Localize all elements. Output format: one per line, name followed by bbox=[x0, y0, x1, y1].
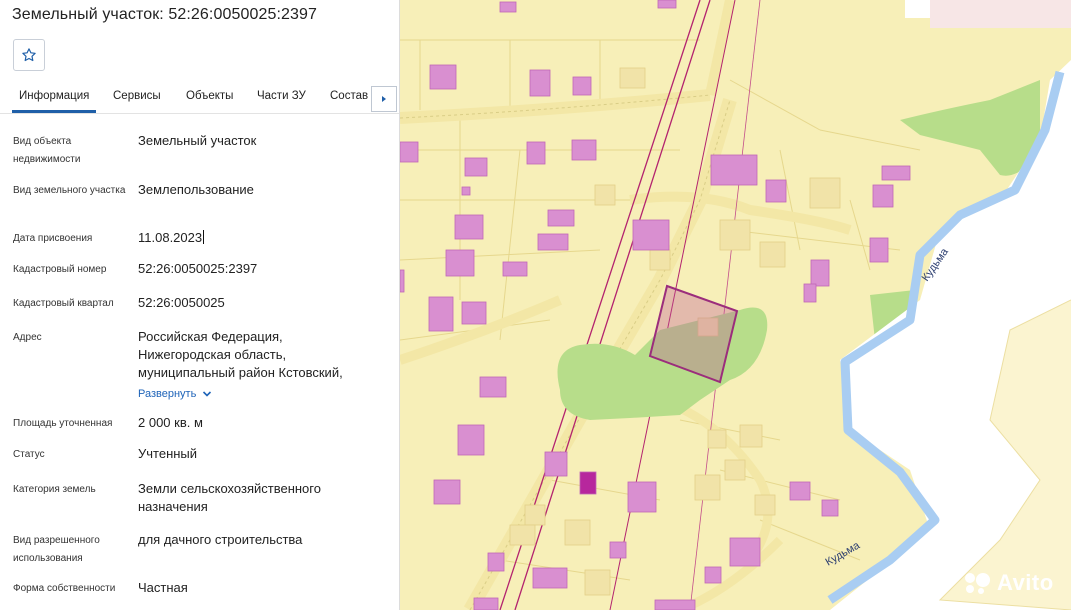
tab-services[interactable]: Сервисы bbox=[113, 90, 161, 102]
label-object-type: Вид объекта недвижимости bbox=[13, 136, 81, 165]
avito-watermark-text: Avito bbox=[997, 570, 1054, 595]
info-panel: Земельный участок: 52:26:0050025:2397 Ин… bbox=[0, 0, 400, 610]
map-pink-zone bbox=[930, 0, 1071, 28]
tab-bar: Информация Сервисы Объекты Части ЗУ Сост… bbox=[0, 82, 399, 114]
value-assignment-date: 11.08.2023 bbox=[138, 230, 205, 245]
chevron-down-icon bbox=[203, 391, 212, 397]
value-cadastral-number: 52:26:0050025:2397 bbox=[138, 261, 258, 276]
label-status: Статус bbox=[13, 449, 45, 460]
label-cadastral-quarter: Кадастровый квартал bbox=[13, 298, 114, 309]
favorite-button[interactable] bbox=[13, 39, 45, 71]
cadastral-map[interactable]: Кудьма Кудьма bbox=[400, 0, 1071, 610]
active-tab-indicator bbox=[12, 110, 96, 113]
value-address: Российская Федерация, Нижегородская обла… bbox=[138, 329, 343, 380]
value-ownership: Частная bbox=[138, 580, 188, 595]
value-area: 2 000 кв. м bbox=[138, 415, 203, 430]
page-title: Земельный участок: 52:26:0050025:2397 bbox=[12, 6, 318, 23]
label-cadastral-number: Кадастровый номер bbox=[13, 264, 107, 275]
avito-watermark: Avito bbox=[962, 570, 1054, 596]
tab-composition[interactable]: Состав bbox=[330, 90, 368, 102]
value-status: Учтенный bbox=[138, 446, 198, 461]
chevron-right-icon bbox=[382, 96, 386, 102]
value-land-category: Земли сельскохозяйственного назначения bbox=[138, 481, 321, 514]
expand-label: Развернуть bbox=[138, 388, 197, 400]
value-object-type: Земельный участок bbox=[138, 133, 257, 148]
tab-information[interactable]: Информация bbox=[19, 90, 89, 102]
value-land-type: Землепользование bbox=[138, 182, 254, 197]
map-canvas: Кудьма Кудьма bbox=[400, 0, 1071, 610]
expand-address-link[interactable]: Развернуть bbox=[138, 386, 212, 402]
label-permitted-use: Вид разрешенного использования bbox=[13, 535, 100, 564]
river-label-bottom: Кудьма bbox=[824, 539, 863, 569]
value-permitted-use: для дачного строительства bbox=[138, 532, 303, 547]
label-address: Адрес bbox=[13, 332, 42, 343]
value-cadastral-quarter: 52:26:0050025 bbox=[138, 295, 225, 310]
buildings bbox=[400, 0, 911, 610]
label-land-type: Вид земельного участка bbox=[13, 185, 126, 196]
label-area: Площадь уточненная bbox=[13, 418, 113, 429]
star-icon bbox=[22, 48, 36, 62]
label-assignment-date: Дата присвоения bbox=[13, 233, 93, 244]
label-ownership: Форма собственности bbox=[13, 583, 116, 594]
tab-objects[interactable]: Объекты bbox=[186, 90, 233, 102]
tab-parcel-parts[interactable]: Части ЗУ bbox=[257, 90, 306, 102]
label-land-category: Категория земель bbox=[13, 484, 96, 495]
text-cursor bbox=[203, 230, 205, 244]
avito-logo-icon bbox=[965, 573, 990, 594]
tabs-scroll-right-button[interactable] bbox=[371, 86, 397, 112]
